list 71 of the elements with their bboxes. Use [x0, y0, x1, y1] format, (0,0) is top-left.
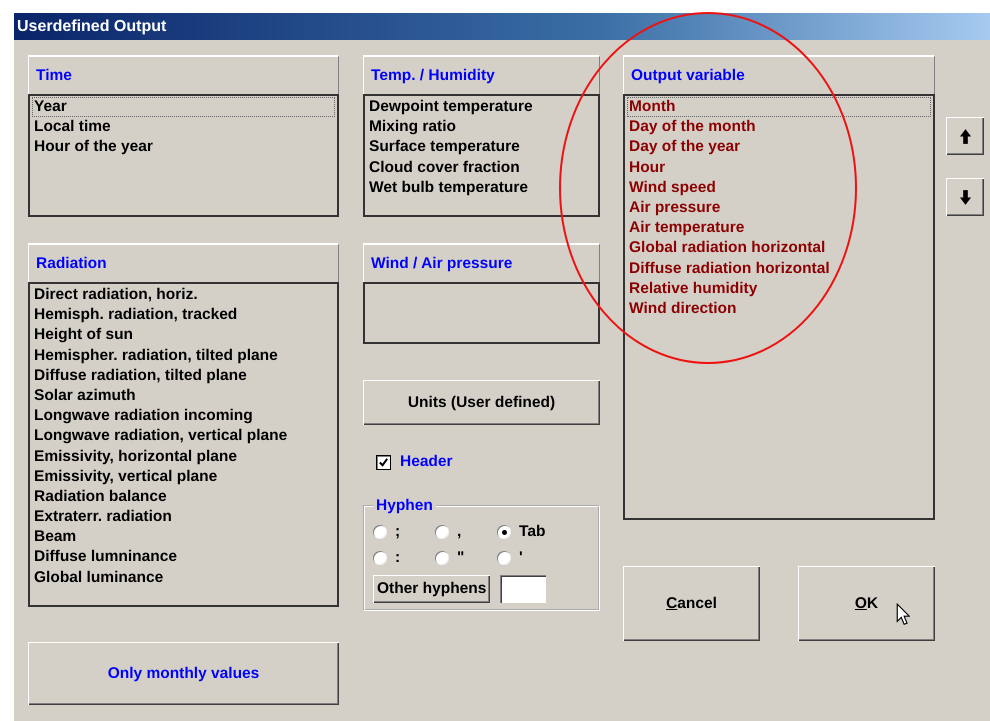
list-box[interactable]: Year Local time Hour of the year	[28, 94, 339, 217]
panel-title: Wind / Air pressure	[371, 254, 512, 272]
radio-button[interactable]	[435, 551, 449, 565]
other-hyphens-button[interactable]: Other hyphens	[373, 575, 490, 603]
list-item[interactable]: Hour	[627, 158, 931, 178]
group-title: Hyphen	[375, 497, 434, 515]
panel-title: Output variable	[631, 66, 745, 84]
list-item[interactable]: Wind direction	[627, 298, 931, 320]
panel-title: Time	[36, 66, 72, 84]
list-item[interactable]: Air pressure	[627, 198, 931, 218]
panel-title: Radiation	[36, 254, 107, 272]
list-item[interactable]: Emissivity, vertical plane	[32, 466, 335, 487]
list-item[interactable]: Longwave radiation incoming	[32, 406, 335, 426]
mouse-pointer-icon	[896, 603, 910, 626]
radio-button[interactable]	[373, 551, 387, 565]
list-item[interactable]: Day of the year	[627, 137, 931, 158]
radio-label: :	[395, 549, 400, 567]
list-item[interactable]: Month	[627, 97, 931, 118]
input-field[interactable]	[500, 575, 546, 603]
window-title: Userdefined Output	[17, 18, 166, 36]
list-item[interactable]: Mixing ratio	[367, 117, 596, 138]
radio-button[interactable]	[497, 525, 511, 539]
list-item[interactable]: Global luminance	[32, 568, 335, 588]
list-box[interactable]: Month Day of the month Day of the year Hour Wind speed Air pressure Air temperature Global radiation horizontal Diffuse radiation horizontal Relative humidity Wind direction	[623, 94, 935, 520]
list-item[interactable]: Global radiation horizontal	[627, 238, 931, 258]
list-item[interactable]: Radiation balance	[32, 486, 335, 508]
panel-title: Temp. / Humidity	[371, 66, 495, 84]
list-item[interactable]: Air temperature	[627, 218, 931, 238]
list-item[interactable]: Day of the month	[627, 117, 931, 138]
list-item[interactable]: Emissivity, horizontal plane	[32, 446, 335, 467]
move-down-button[interactable]	[946, 178, 984, 216]
list-item[interactable]: Extraterr. radiation	[32, 507, 335, 528]
list-item[interactable]: Wind speed	[627, 178, 931, 198]
list-box[interactable]	[28, 282, 339, 607]
radio-label: ;	[395, 523, 400, 541]
list-item[interactable]: Solar azimuth	[32, 386, 335, 406]
radio-label: Tab	[519, 523, 546, 541]
checkbox[interactable]	[376, 454, 391, 470]
monthly-values-button[interactable]: Only monthly values	[28, 642, 339, 705]
list-item[interactable]: Longwave radiation, vertical plane	[32, 426, 335, 446]
list-item[interactable]: Beam	[32, 527, 335, 548]
move-up-button[interactable]	[946, 117, 984, 155]
arrow-up-icon	[958, 128, 972, 144]
radio-button[interactable]	[497, 551, 511, 565]
list-item[interactable]: Surface temperature	[367, 137, 596, 158]
radio-label: "	[457, 549, 464, 567]
list-item[interactable]: Dewpoint temperature	[367, 97, 596, 118]
radio-label: ,	[457, 523, 462, 541]
list-item[interactable]: Direct radiation, horiz.	[32, 285, 335, 306]
radio-label: '	[519, 549, 523, 567]
list-box[interactable]: Dewpoint temperature Mixing ratio Surface temperature Cloud cover fraction Wet bulb temperature	[363, 94, 600, 217]
list-item[interactable]: Local time	[32, 117, 335, 138]
arrow-down-icon	[958, 188, 972, 206]
checkbox-label: Header	[400, 453, 453, 471]
list-item[interactable]: Relative humidity	[627, 278, 931, 299]
dialog-button[interactable]: Cancel	[623, 566, 760, 641]
list-item[interactable]: Cloud cover fraction	[367, 158, 596, 178]
list-item[interactable]: Height of sun	[32, 325, 335, 346]
radio-button[interactable]	[373, 525, 387, 539]
list-item[interactable]: Diffuse radiation horizontal	[627, 258, 931, 279]
list-item[interactable]: Wet bulb temperature	[367, 178, 596, 198]
list-item[interactable]: Year	[32, 97, 335, 118]
list-item[interactable]: Hemispher. radiation, tilted plane	[32, 346, 335, 366]
dialog-button[interactable]: OK	[798, 566, 935, 641]
list-item[interactable]: Diffuse radiation, tilted plane	[32, 366, 335, 386]
units-button[interactable]: Units (User defined)	[363, 380, 600, 425]
list-item[interactable]: Hemisph. radiation, tracked	[32, 305, 335, 326]
list-item[interactable]: Diffuse lumninance	[32, 547, 335, 568]
radio-button[interactable]	[435, 525, 449, 539]
list-box[interactable]	[363, 282, 600, 344]
list-item[interactable]: Hour of the year	[32, 137, 335, 158]
